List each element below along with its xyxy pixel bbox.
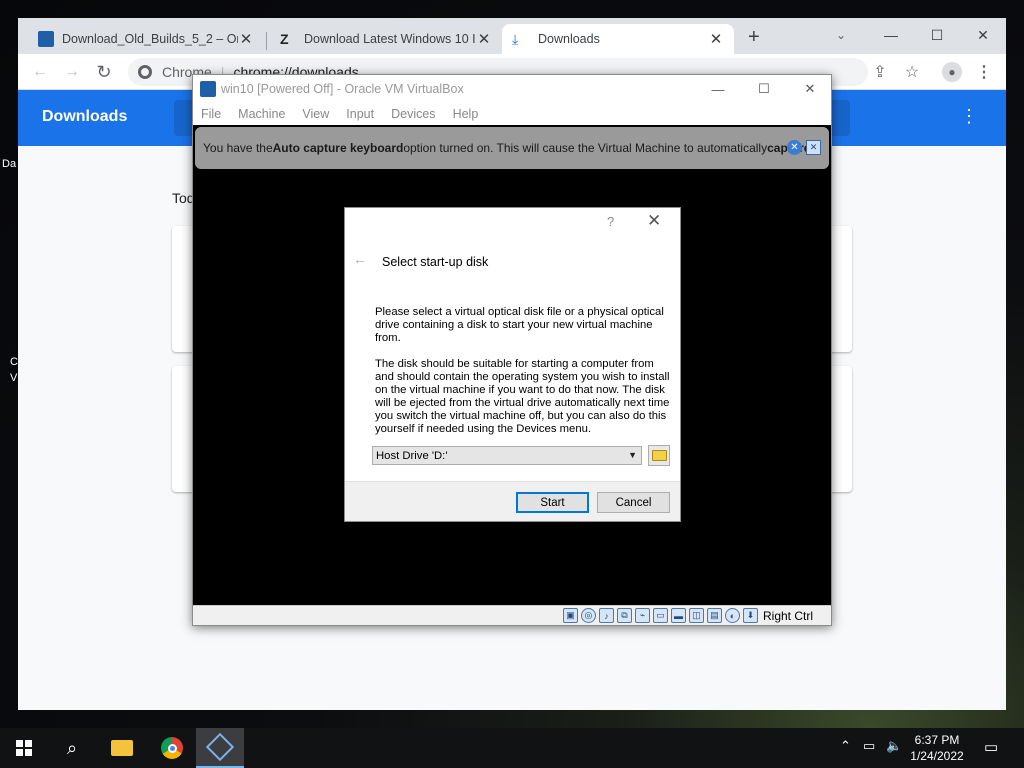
display-icon[interactable]: ▬ xyxy=(670,608,686,623)
dialog-heading: Select start-up disk xyxy=(382,255,489,269)
menu-help[interactable]: Help xyxy=(453,107,479,121)
tab-title: Downloads xyxy=(538,32,600,46)
tab-oracle-builds[interactable]: Download_Old_Builds_5_2 – Ora ✕ xyxy=(28,24,264,54)
keyboard-capture-icon[interactable]: ⬇ xyxy=(742,608,758,623)
vm-maximize-button[interactable]: ☐ xyxy=(741,75,787,103)
virtualbox-favicon-icon xyxy=(38,31,54,47)
menu-input[interactable]: Input xyxy=(346,107,374,121)
date-group-label: Today xyxy=(172,190,194,206)
download-icon: ⤓ xyxy=(512,30,519,47)
windows-taskbar: ⌕ ⌃ ▭ 🔈 6:37 PM 1/24/2022 ▭ xyxy=(0,728,1024,768)
choose-disk-file-button[interactable] xyxy=(648,445,670,466)
start-button[interactable]: Start xyxy=(516,492,589,513)
new-tab-button[interactable]: + xyxy=(748,26,760,49)
video-capture-icon[interactable]: ◫ xyxy=(688,608,704,623)
virtualbox-logo-icon xyxy=(200,81,216,97)
mouse-integration-icon[interactable]: ◐ xyxy=(724,608,740,623)
chrome-logo-icon xyxy=(138,65,152,79)
file-explorer-icon[interactable] xyxy=(98,728,146,768)
selected-drive-value: Host Drive 'D:' xyxy=(376,449,448,462)
desktop-icon-label: C xyxy=(10,356,18,368)
virtualbox-taskbar-icon[interactable] xyxy=(196,728,244,768)
host-key-label: Right Ctrl xyxy=(762,608,813,623)
back-arrow-icon[interactable]: ← xyxy=(353,251,367,267)
network-icon[interactable]: ⧉ xyxy=(616,608,632,623)
notice-text: option turned on. This will cause the Vi… xyxy=(403,141,768,155)
audio-icon[interactable]: ♪ xyxy=(598,608,614,623)
forward-arrow-icon[interactable]: → xyxy=(60,60,84,84)
auto-capture-notice: You have the Auto capture keyboard optio… xyxy=(195,127,829,169)
hard-disk-icon[interactable]: ▣ xyxy=(562,608,578,623)
downloads-page-title: Downloads xyxy=(42,108,128,125)
notice-bold-text: Auto capture keyboard xyxy=(272,141,404,155)
vm-menu-bar: File Machine View Input Devices Help xyxy=(193,103,831,125)
search-icon[interactable]: ⌕ xyxy=(48,728,96,768)
network-tray-icon[interactable]: ▭ xyxy=(863,738,875,754)
vm-close-button[interactable]: ✕ xyxy=(787,75,833,103)
back-arrow-icon[interactable]: ← xyxy=(28,60,52,84)
profile-avatar-icon[interactable]: ● xyxy=(940,60,964,84)
tab-downloads[interactable]: ⤓ Downloads ✕ xyxy=(502,24,734,54)
optical-drive-icon[interactable]: ◎ xyxy=(580,608,596,623)
tab-strip: Download_Old_Builds_5_2 – Ora ✕ Z Downlo… xyxy=(18,18,1006,54)
notification-center-icon[interactable]: ▭ xyxy=(984,738,998,756)
desktop-icon-label: Da xyxy=(2,158,17,170)
tab-windows-10-iso[interactable]: Z Download Latest Windows 10 IS ✕ xyxy=(270,24,502,54)
usb-icon[interactable]: ⌁ xyxy=(634,608,650,623)
vm-window-title: win10 [Powered Off] - Oracle VM VirtualB… xyxy=(221,82,464,96)
clock-date: 1/24/2022 xyxy=(910,749,964,763)
menu-machine[interactable]: Machine xyxy=(238,107,285,121)
desktop-icon-label: V xyxy=(10,372,18,384)
volume-muted-icon[interactable]: 🔈 xyxy=(886,738,902,754)
dialog-close-icon[interactable]: ✕ xyxy=(647,211,661,231)
folder-icon xyxy=(651,450,667,461)
close-window-button[interactable]: ✕ xyxy=(960,18,1006,52)
menu-file[interactable]: File xyxy=(201,107,221,121)
disk-select-dropdown[interactable]: Host Drive 'D:' ▼ xyxy=(372,446,642,465)
downloads-more-icon[interactable]: ⋮ xyxy=(960,106,978,127)
dialog-title-bar: ? ✕ xyxy=(345,208,680,236)
tab-search-chevron-icon[interactable]: ⌄ xyxy=(836,28,846,42)
tray-overflow-chevron-icon[interactable]: ⌃ xyxy=(840,738,851,754)
dismiss-notice-icon[interactable]: ✕ xyxy=(806,140,821,155)
dropdown-arrow-icon: ▼ xyxy=(628,450,637,460)
tab-title: Download_Old_Builds_5_2 – Ora xyxy=(62,32,238,46)
menu-devices[interactable]: Devices xyxy=(391,107,435,121)
chrome-menu-icon[interactable]: ⋮ xyxy=(972,60,996,84)
close-tab-icon[interactable]: ✕ xyxy=(238,30,254,48)
tab-title: Download Latest Windows 10 IS xyxy=(304,32,476,46)
reload-icon[interactable]: ↻ xyxy=(92,60,116,84)
clock-time: 6:37 PM xyxy=(914,733,960,747)
start-button-windows-icon[interactable] xyxy=(0,728,48,768)
dialog-paragraph: Please select a virtual optical disk fil… xyxy=(375,306,664,344)
dialog-footer: Start Cancel xyxy=(345,481,680,521)
close-tab-icon[interactable]: ✕ xyxy=(476,30,492,48)
info-icon[interactable]: ✕ xyxy=(787,140,802,155)
startup-disk-dialog: ? ✕ ← Select start-up disk Please select… xyxy=(344,207,681,522)
taskbar-clock[interactable]: 6:37 PM 1/24/2022 xyxy=(902,732,972,764)
close-tab-icon[interactable]: ✕ xyxy=(708,30,724,48)
notice-text: You have the xyxy=(203,141,273,155)
chrome-taskbar-icon[interactable] xyxy=(148,728,196,768)
tab-divider xyxy=(266,32,267,50)
vm-status-bar: ▣ ◎ ♪ ⧉ ⌁ ▭ ▬ ◫ ▤ ◐ ⬇ Right Ctrl xyxy=(193,605,831,625)
vm-title-bar: win10 [Powered Off] - Oracle VM VirtualB… xyxy=(193,75,831,103)
site-favicon-icon: Z xyxy=(280,31,289,47)
bookmark-star-icon[interactable]: ☆ xyxy=(900,60,924,84)
dialog-paragraph: The disk should be suitable for starting… xyxy=(375,358,670,435)
help-icon[interactable]: ? xyxy=(607,214,614,229)
vm-minimize-button[interactable]: — xyxy=(695,75,741,103)
cpu-icon[interactable]: ▤ xyxy=(706,608,722,623)
maximize-button[interactable]: ☐ xyxy=(914,18,960,52)
share-icon[interactable]: ⇪ xyxy=(868,60,892,84)
shared-folders-icon[interactable]: ▭ xyxy=(652,608,668,623)
minimize-button[interactable]: — xyxy=(868,18,914,52)
menu-view[interactable]: View xyxy=(302,107,329,121)
cancel-button[interactable]: Cancel xyxy=(597,492,670,513)
